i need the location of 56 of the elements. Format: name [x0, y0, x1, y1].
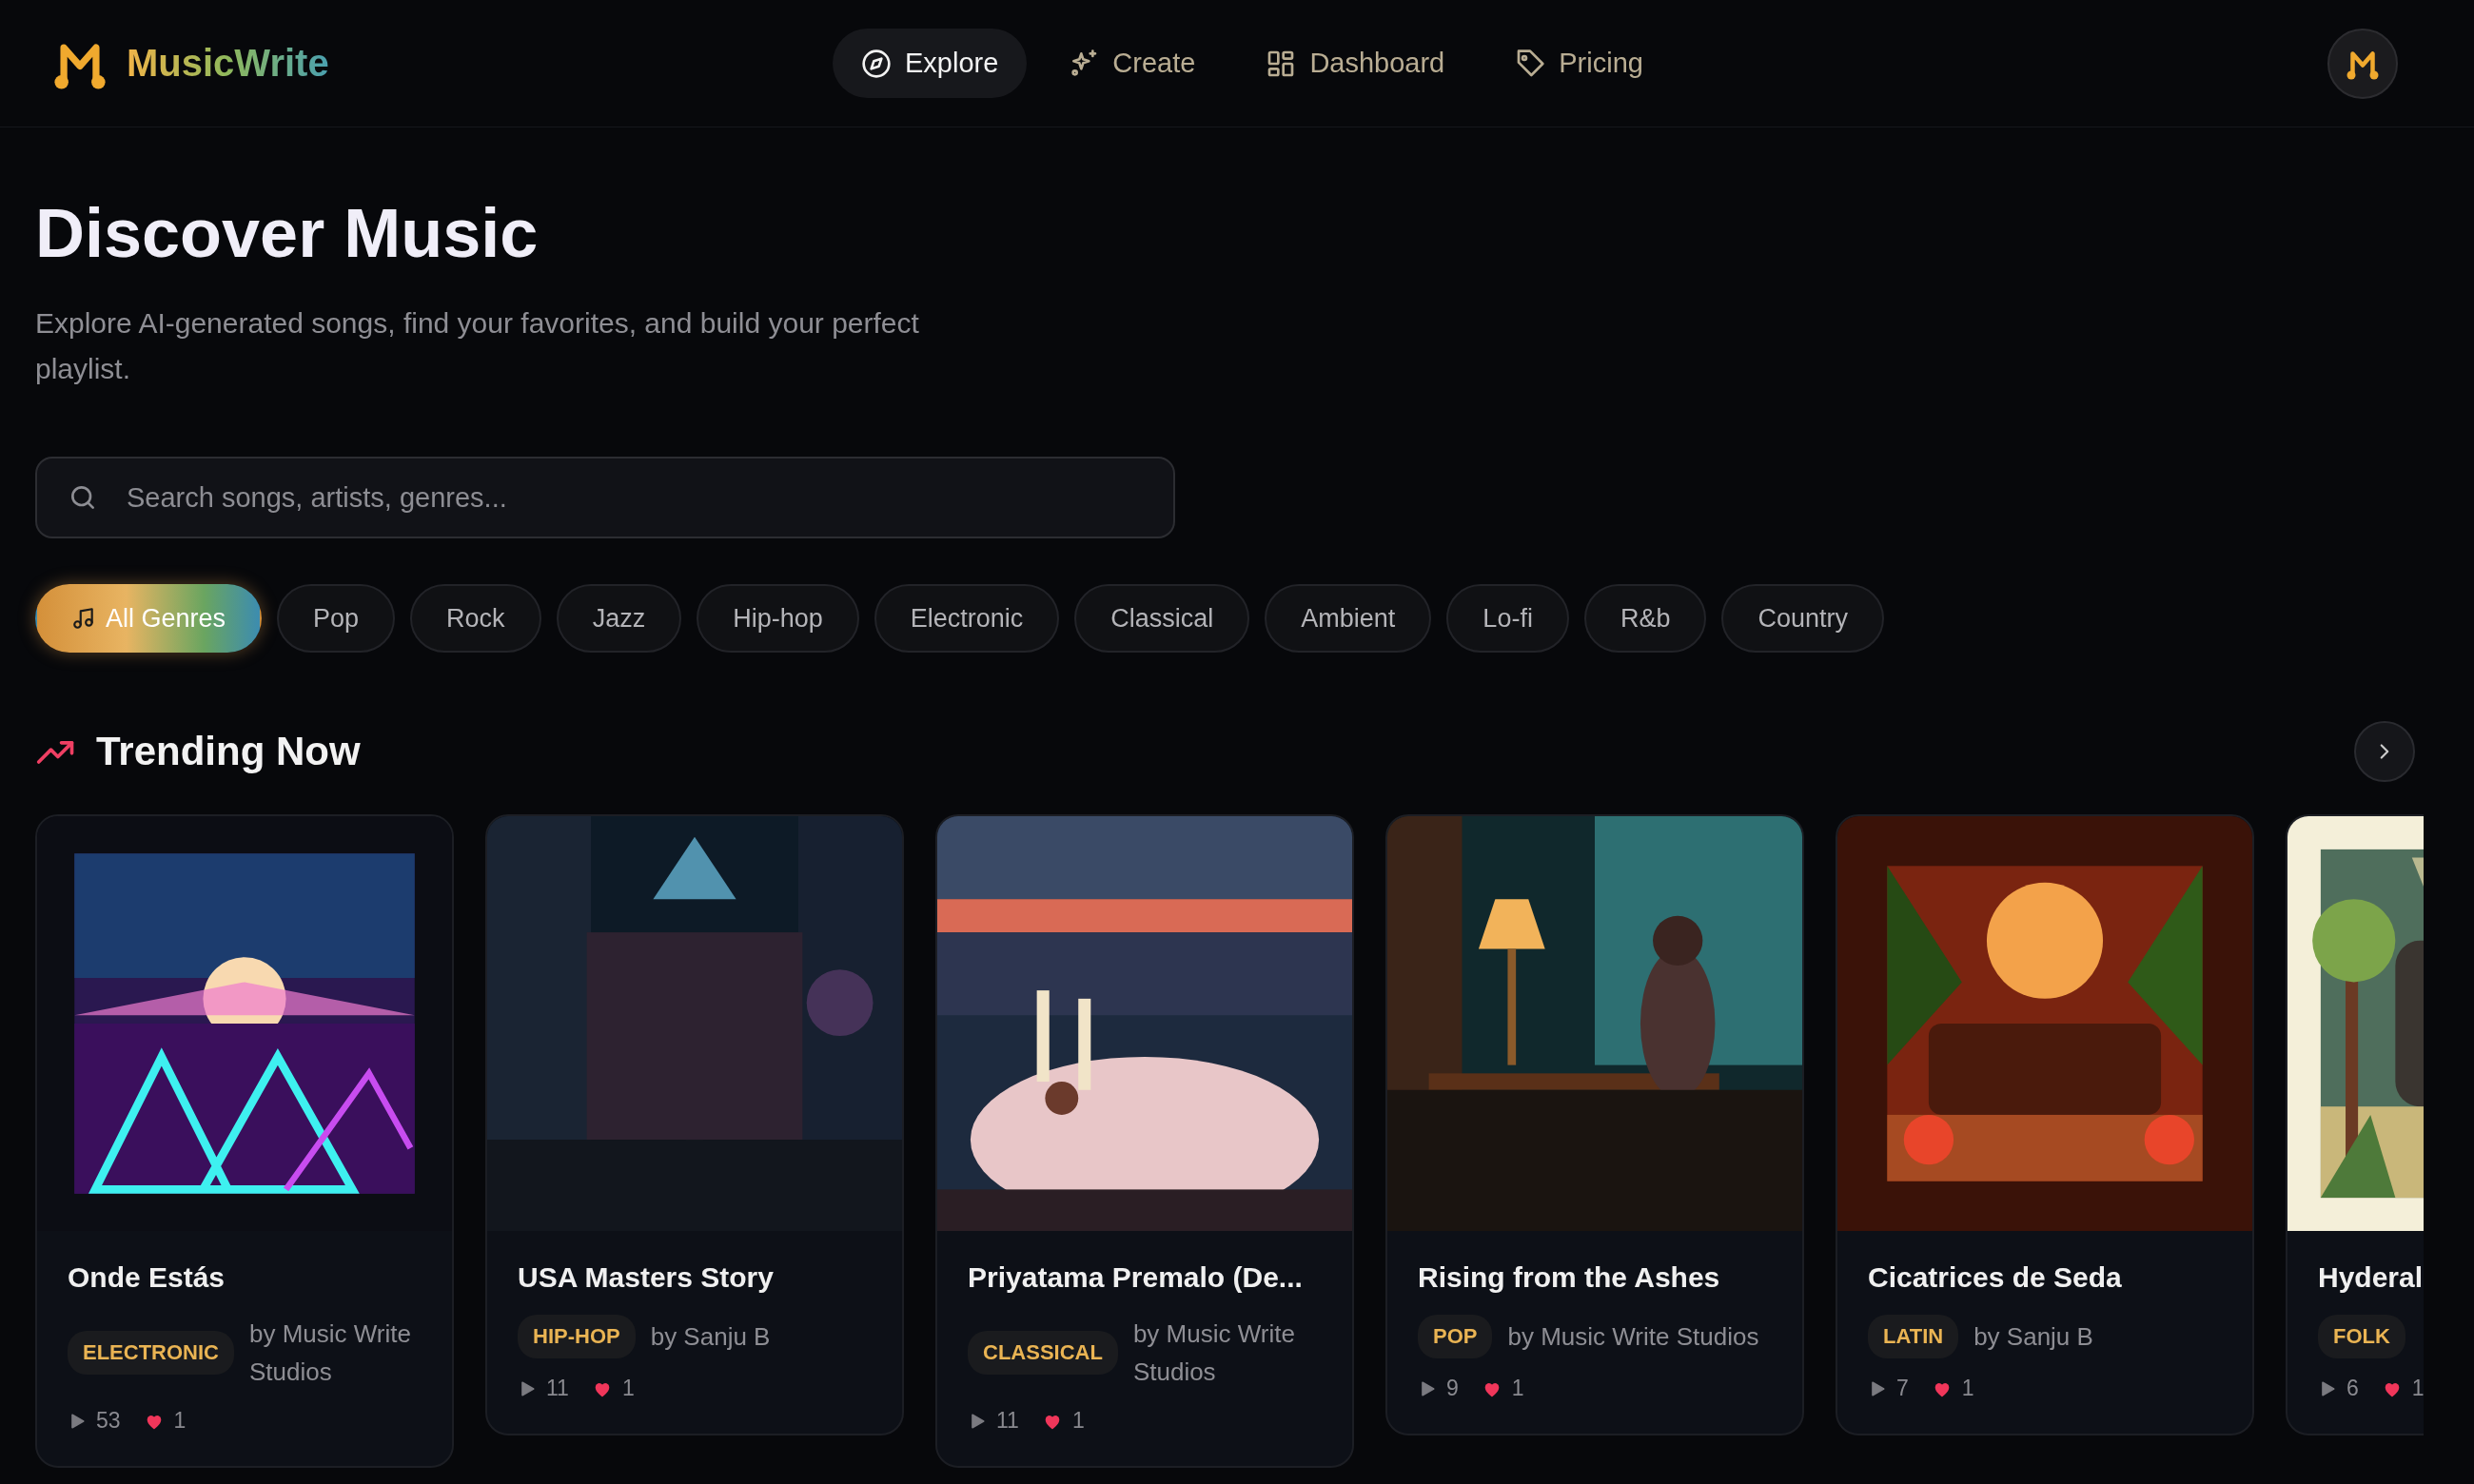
song-card[interactable]: Hyderal FOLK 6 1	[2286, 814, 2424, 1435]
like-count: 1	[2411, 1376, 2424, 1401]
genre-chip[interactable]: Classical	[1074, 584, 1250, 653]
compass-icon	[861, 48, 892, 79]
song-title[interactable]: Onde Estás	[68, 1259, 422, 1296]
play-count: 6	[2346, 1376, 2359, 1401]
genre-chip[interactable]: R&b	[1583, 584, 1707, 653]
song-author: by Music Write Studios	[1507, 1321, 1759, 1353]
nav-link[interactable]: Dashboard	[1237, 29, 1474, 98]
song-author: by Sanju B	[1973, 1321, 2093, 1353]
like-count: 1	[1071, 1408, 1085, 1434]
song-title[interactable]: Rising from the Ashes	[1418, 1259, 1772, 1296]
genre-tag: ELECTRONIC	[68, 1331, 234, 1375]
song-title[interactable]: USA Masters Story	[518, 1259, 872, 1296]
genre-chip[interactable]: Ambient	[1265, 584, 1432, 653]
play-count: 53	[96, 1408, 121, 1434]
like-count: 1	[1511, 1376, 1524, 1401]
genre-chip[interactable]: Lo-fi	[1446, 584, 1569, 653]
genre-chip[interactable]: Country	[1721, 584, 1884, 653]
genre-chip[interactable]: Jazz	[556, 584, 682, 653]
song-card[interactable]: Cicatrices de Seda LATIN by Sanju B 7 1	[1836, 814, 2254, 1435]
section-title: Trending Now	[96, 729, 361, 774]
genre-tag: LATIN	[1868, 1315, 1959, 1358]
genre-tag: FOLK	[2318, 1315, 2405, 1358]
page-title: Discover Music	[35, 194, 540, 272]
like-count: 1	[173, 1408, 187, 1434]
song-card[interactable]: Onde Estás ELECTRONIC by Music Write Studios 53 1	[35, 814, 454, 1468]
nav-link[interactable]: Create	[1040, 29, 1225, 98]
tag-icon	[1515, 48, 1546, 79]
nav-link[interactable]: Pricing	[1486, 29, 1672, 98]
like-count: 1	[621, 1376, 635, 1401]
page-subtitle: Explore AI-generated songs, find your favorites, and build your perfect playlist.	[35, 306, 920, 386]
genre-chip[interactable]: Electronic	[874, 584, 1060, 653]
play-count: 7	[1896, 1376, 1909, 1401]
play-count: 11	[546, 1376, 569, 1401]
song-card[interactable]: USA Masters Story HIP-HOP by Sanju B 11 1	[485, 814, 904, 1435]
nav-link[interactable]: Explore	[833, 29, 1028, 98]
song-author: by Music Write Studios	[249, 1318, 412, 1388]
genre-tag: CLASSICAL	[968, 1331, 1118, 1375]
play-count: 9	[1446, 1376, 1459, 1401]
song-card[interactable]: Priyatama Premalo (De... CLASSICAL by Music Write Studios 11 1	[935, 814, 1354, 1468]
genre-tag: POP	[1418, 1315, 1493, 1358]
genre-chip[interactable]: Rock	[410, 584, 541, 653]
song-author: by Sanju B	[650, 1321, 771, 1353]
genre-chip[interactable]: Pop	[277, 584, 396, 653]
song-title[interactable]: Priyatama Premalo (De...	[968, 1259, 1322, 1296]
song-title[interactable]: Cicatrices de Seda	[1868, 1259, 2222, 1296]
song-author: by Music Write Studios	[1132, 1318, 1296, 1388]
search-field[interactable]: Search songs, artists, genres...	[35, 457, 1175, 538]
genre-tag: HIP-HOP	[518, 1315, 636, 1358]
play-count: 11	[996, 1408, 1019, 1434]
song-title[interactable]: Hyderal	[2318, 1259, 2424, 1296]
song-card[interactable]: Rising from the Ashes POP by Music Write Studios 9 1	[1385, 814, 1804, 1435]
like-count: 1	[1961, 1376, 1974, 1401]
genre-chip[interactable]: Hip-hop	[697, 584, 859, 653]
music-note-icon	[71, 606, 96, 631]
